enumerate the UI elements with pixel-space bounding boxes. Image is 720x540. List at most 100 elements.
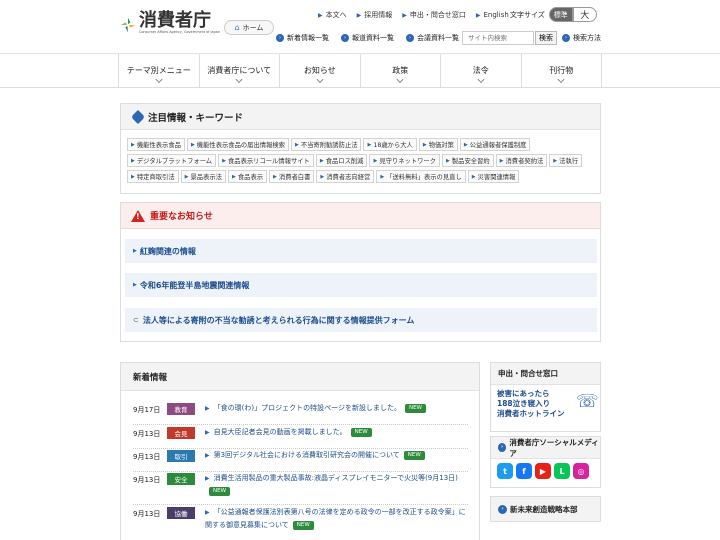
link-recruit[interactable]: ▶ 採用情報 (357, 10, 393, 20)
link-contact[interactable]: ▶ 申出・問合せ窓口 (402, 10, 466, 20)
keyword-chip[interactable]: ▶ 災害関連情報 (467, 170, 520, 183)
keyword-chip[interactable]: ▶ 「送料無料」表示の見直し (376, 170, 466, 183)
line-icon[interactable]: L (554, 463, 570, 479)
news-link[interactable]: ▶ 自見大臣記者会見の動画を掲載しました。 NEW (205, 426, 467, 439)
keyword-chip[interactable]: ▶ 景品表示法 (180, 170, 226, 183)
arrow-right-icon: ▶ (463, 141, 468, 148)
strategy-box[interactable]: › 新未来創造戦略本部 (490, 496, 601, 522)
sub-links: › 新着情報一覧 › 報道資料一覧 › 会議資料一覧 (276, 33, 459, 43)
facebook-icon[interactable]: f (516, 463, 532, 479)
news-category-badge: 協働 (167, 507, 195, 519)
news-link[interactable]: ▶ 消費生活用製品の重大製品事故:液晶ディスプレイモニターで火災等(9月13日)N… (205, 472, 467, 498)
logo-name-en: Consumer Affairs Agency, Government of J… (138, 30, 220, 34)
keyword-chip[interactable]: ▶ 消費者契約法 (495, 154, 548, 167)
arrow-right-icon: ▶ (499, 157, 504, 164)
arrow-right-icon: ▶ (553, 157, 558, 164)
instagram-icon[interactable]: ◎ (573, 463, 589, 479)
arrow-circle-icon: › (406, 34, 414, 42)
warning-icon (131, 209, 145, 222)
arrow-circle-icon: › (498, 504, 507, 514)
news-row: 9月13日 協働 ▶ 「公益通報者保護法別表第八号の法律を定める政令の一部を改正する政… (133, 507, 468, 540)
gnav-laws[interactable]: 法令 (440, 54, 521, 87)
news-date: 9月13日 (133, 510, 161, 518)
gnav-publications[interactable]: 刊行物 (520, 54, 602, 87)
search-help-link[interactable]: › 検索方法 (562, 33, 601, 43)
keyword-chip[interactable]: ▶ 公益通報者保護制度 (459, 138, 531, 151)
arrow-circle-icon: › (498, 443, 507, 452)
news-category-badge: 安全 (167, 473, 195, 485)
news-panel: 新着情報 9月17日 教育 ▶ 「食の環(わ)」プロジェクトの特設ページを新設しました… (120, 362, 480, 540)
sns-box: › 消費者庁ソーシャルメディア t f ▶ L ◎ (490, 436, 601, 488)
important-item-noto-earthquake[interactable]: ▶ 令和6年能登半島地震関連情報 (125, 273, 597, 297)
news-date: 9月13日 (133, 430, 161, 438)
arrow-right-icon: ▶ (446, 157, 450, 164)
keyword-chip[interactable]: ▶ 物価対策 (418, 138, 458, 151)
keyword-chip[interactable]: ▶ 見守りネットワーク (369, 154, 440, 167)
font-size-large-button[interactable]: 大 (572, 7, 597, 22)
site-logo[interactable]: 消費者庁 Consumer Affairs Agency, Government… (120, 12, 220, 42)
news-link[interactable]: ▶ 「食の環(わ)」プロジェクトの特設ページを新設しました。 NEW (205, 402, 467, 415)
arrow-right-icon: ▶ (222, 157, 226, 164)
site-search-input[interactable] (462, 31, 534, 45)
arrow-right-icon: ▶ (131, 141, 135, 148)
news-link[interactable]: ▶ 「公益通報者保護法別表第八号の法律を定める政令の一部を改正する政令案」に関する… (205, 506, 467, 532)
arrow-right-icon: ▶ (133, 248, 137, 254)
new-badge: NEW (350, 427, 372, 437)
global-nav: テーマ別メニュー 消費者庁について お知らせ 政策 法令 刊行物 (0, 54, 720, 88)
arrow-right-icon: ▶ (184, 173, 189, 180)
keyword-chip[interactable]: ▶ 特定商取引法 (127, 170, 179, 183)
logo-mark-icon (120, 17, 136, 33)
important-item-beni-koji[interactable]: ▶ 紅麹関連の情報 (125, 239, 597, 263)
arrow-right-icon: ▶ (133, 282, 137, 288)
logo-name-jp: 消費者庁 (138, 10, 211, 31)
arrow-right-icon: ▶ (231, 173, 236, 180)
keyword-chip[interactable]: ▶ 製品安全習約 (442, 154, 494, 167)
keyword-chip[interactable]: ▶ 消費者白書 (269, 170, 315, 183)
youtube-icon[interactable]: ▶ (535, 463, 551, 479)
arrow-right-icon: ▶ (373, 157, 378, 164)
gnav-notices[interactable]: お知らせ (279, 54, 360, 87)
news-row: 9月13日 安全 ▶ 消費生活用製品の重大製品事故:液晶ディスプレイモニターで火災等(… (133, 473, 468, 505)
news-date: 9月13日 (133, 476, 161, 484)
link-english[interactable]: ▶ English (476, 11, 509, 19)
twitter-icon[interactable]: t (497, 463, 513, 479)
gnav-policy[interactable]: 政策 (359, 54, 441, 87)
keyword-chip[interactable]: ▶ 消費者志向経営 (316, 170, 375, 183)
news-category-badge: 会見 (167, 427, 195, 439)
gnav-about[interactable]: 消費者庁について (198, 54, 280, 87)
keyword-chip[interactable]: ▶ デジタルプラットフォーム (127, 154, 217, 167)
news-header: 新着情報 (121, 363, 479, 391)
keyword-chip[interactable]: ▶ 機能性表示食品の届出情報検索 (186, 138, 289, 151)
contact-header: 申出・問合せ窓口 (491, 363, 600, 385)
arrow-right-icon: ▶ (205, 429, 210, 436)
search-button[interactable]: 検索 (535, 31, 557, 45)
news-link[interactable]: ▶ 第3回デジタル社会における消費取引研究会の開催について NEW (205, 449, 467, 462)
news-row: 9月13日 取引 ▶ 第3回デジタル社会における消費取引研究会の開催について NEW (133, 450, 468, 472)
arrow-circle-icon: › (562, 34, 570, 42)
gnav-theme-menu[interactable]: テーマ別メニュー (118, 54, 199, 87)
keyword-chip[interactable]: ▶ 食品表示 (227, 170, 268, 183)
link-press-list[interactable]: › 報道資料一覧 (341, 33, 394, 43)
keyword-chip[interactable]: ▶ 機能性表示食品 (127, 138, 185, 151)
news-date: 9月13日 (133, 453, 161, 461)
link-meeting-list[interactable]: › 会議資料一覧 (406, 33, 459, 43)
font-size-standard-button[interactable]: 標準 (548, 7, 573, 22)
house-icon: ⌂ (234, 23, 240, 32)
home-label: ホーム (242, 23, 264, 32)
link-news-list[interactable]: › 新着情報一覧 (276, 33, 329, 43)
keyword-chip[interactable]: ▶ 食品表示リコール情報サイト (218, 154, 314, 167)
arrow-right-icon: ▶ (190, 141, 195, 148)
keyword-chip[interactable]: ▶ 食品ロス削減 (315, 154, 368, 167)
contact-box[interactable]: 申出・問合せ窓口 被害にあったら 188泣き寝入り 消費者ホットライン ☏ (490, 362, 601, 432)
keyword-chip[interactable]: ▶ 不当寄附勧誘防止法 (290, 138, 362, 151)
arrow-right-icon: ▶ (273, 173, 277, 180)
arrow-circle-icon: › (276, 34, 284, 42)
link-icon: ⊂ (133, 316, 139, 324)
important-item-donation-form[interactable]: ⊂ 法人等による寄附の不当な勧誘と考えられる行為に関する情報提供フォーム (125, 308, 597, 332)
link-skip-to-content[interactable]: ▶ 本文へ (318, 10, 347, 20)
news-row: 9月17日 教育 ▶ 「食の環(わ)」プロジェクトの特設ページを新設しました。 NEW (133, 403, 468, 425)
arrow-right-icon: ▶ (422, 141, 427, 148)
home-button[interactable]: ⌂ ホーム (224, 20, 274, 35)
keyword-chip[interactable]: ▶ 法執行 (549, 154, 583, 167)
keyword-chip[interactable]: ▶ 18歳から大人 (363, 138, 417, 151)
